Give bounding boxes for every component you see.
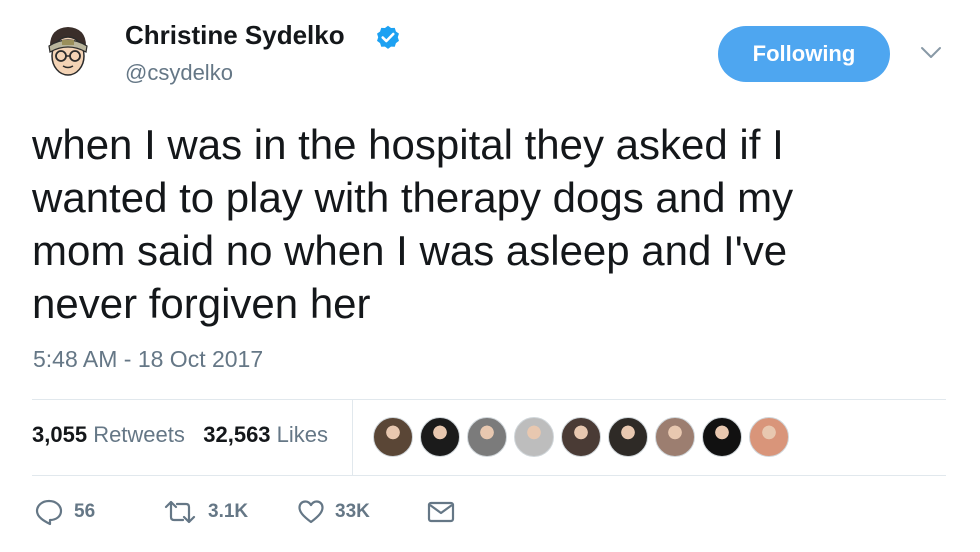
author-name[interactable]: Christine Sydelko: [125, 20, 345, 51]
liker-avatar[interactable]: [655, 417, 695, 457]
verified-badge-icon: [377, 25, 399, 49]
likes-label: Likes: [276, 422, 329, 447]
retweet-count: 3.1K: [208, 501, 249, 522]
author-avatar[interactable]: [34, 16, 102, 84]
retweets-count: 3,055: [32, 422, 88, 447]
tweet-text: when I was in the hospital they asked if…: [32, 118, 932, 330]
envelope-icon: [427, 501, 455, 523]
divider: [32, 475, 946, 476]
liker-avatar[interactable]: [561, 417, 601, 457]
liker-avatar[interactable]: [420, 417, 460, 457]
tweet-line: mom said no when I was asleep and I've: [32, 227, 788, 274]
message-action[interactable]: [427, 497, 455, 527]
reply-icon: [35, 499, 63, 526]
liker-avatar[interactable]: [749, 417, 789, 457]
like-count: 33K: [335, 501, 370, 522]
liker-avatar[interactable]: [702, 417, 742, 457]
stats-separator: [352, 400, 353, 475]
tweet-line: never forgiven her: [32, 280, 371, 327]
author-handle[interactable]: @csydelko: [125, 60, 233, 86]
likes-stat[interactable]: 32,563 Likes: [203, 422, 328, 447]
liker-avatar[interactable]: [608, 417, 648, 457]
retweets-label: Retweets: [93, 422, 185, 447]
tweet-stats: 3,055 Retweets 32,563 Likes: [32, 422, 328, 448]
divider: [32, 399, 946, 400]
cartoon-avatar-icon: [34, 16, 102, 84]
liker-avatar[interactable]: [467, 417, 507, 457]
following-button[interactable]: Following: [718, 26, 890, 82]
reply-action[interactable]: 56: [34, 497, 95, 527]
retweets-stat[interactable]: 3,055 Retweets: [32, 422, 185, 447]
liker-avatar[interactable]: [373, 417, 413, 457]
likes-count: 32,563: [203, 422, 271, 447]
liker-avatar[interactable]: [514, 417, 554, 457]
like-action[interactable]: 33K: [297, 497, 370, 527]
tweet-line: when I was in the hospital they asked if…: [32, 121, 784, 168]
retweet-icon: [164, 500, 196, 524]
reply-count: 56: [74, 501, 96, 522]
tweet-line: wanted to play with therapy dogs and my: [32, 174, 794, 221]
chevron-down-icon[interactable]: [917, 42, 945, 62]
retweet-action[interactable]: 3.1K: [162, 497, 248, 527]
tweet-timestamp[interactable]: 5:48 AM - 18 Oct 2017: [33, 346, 263, 373]
heart-icon: [298, 500, 324, 524]
